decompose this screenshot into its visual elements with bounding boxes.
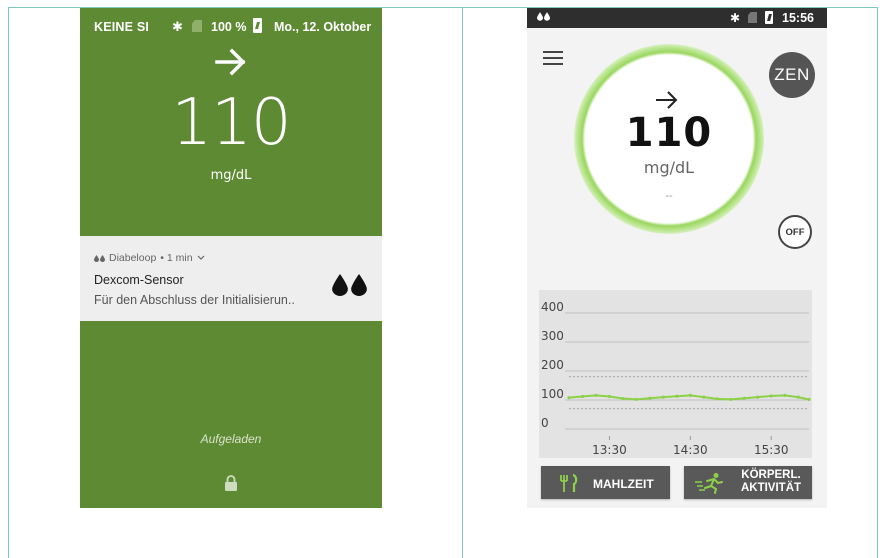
no-sim-icon [748,12,757,23]
glucose-point [688,393,692,397]
glucose-point [621,396,625,401]
glucose-point [783,393,787,397]
app-status-bar: ✱ 15:56 [527,8,827,28]
glucose-point [807,397,811,402]
notification-body: Für den Abschluss der Initialisierun.. [94,293,295,307]
notification-app-name: Diabeloop [109,252,157,264]
glucose-chart-svg: 400 300 200 100 0 13:30 14:30 15:30 [541,300,811,457]
hamburger-menu-icon[interactable] [543,51,563,65]
running-person-icon [695,473,723,494]
glucose-point [661,395,665,399]
meal-button[interactable]: MAHLZEIT [541,466,670,499]
glucose-chart: 400 300 200 100 0 13:30 14:30 15:30 [539,290,812,458]
physical-activity-button[interactable]: KÖRPERL. AKTIVITÄT [684,466,812,499]
notification-title: Dexcom-Sensor [94,273,184,287]
carrier-label: KEINE SI [94,20,150,34]
app-screen: ✱ 15:56 110 mg/dL -- ZEN OFF 400 300 200 10… [527,8,827,508]
x-tick-label: 13:30 [592,443,627,457]
glucose-value: 110 [171,86,291,160]
charging-status: Aufgeladen [200,432,262,446]
glucose-delta: -- [665,190,673,202]
drops-icon [94,254,105,262]
drops-icon [537,12,550,21]
frame-divider [462,7,463,558]
activity-button-label: KÖRPERL. AKTIVITÄT [732,469,810,495]
notification-card[interactable]: Diabeloop • 1 min Dexcom-Sensor Für den … [80,236,382,321]
notification-time: • 1 min [160,252,193,264]
glucose-unit: mg/dL [210,168,252,183]
no-sim-icon [192,20,202,32]
notification-header: Diabeloop • 1 min [94,252,205,264]
activity-label-line1: KÖRPERL. [741,469,801,481]
glucose-point [769,394,773,398]
lock-icon[interactable] [224,475,238,491]
drops-large-icon [332,274,367,296]
glucose-point [634,397,639,402]
chevron-down-icon[interactable] [197,255,205,261]
x-tick-label: 15:30 [754,443,789,457]
fork-knife-icon [560,473,578,492]
y-tick-label: 300 [541,329,564,343]
lock-screen: KEINE SI ✱ 100 % Mo., 12. Oktober 110 mg… [80,8,382,508]
y-tick-label: 100 [541,387,564,401]
glucose-gauge: 110 mg/dL -- [574,44,764,234]
battery-charging-icon [253,18,262,33]
zen-button[interactable]: ZEN [769,52,815,98]
glucose-point [675,394,679,398]
y-tick-label: 200 [541,358,564,372]
glucose-point [594,393,598,397]
bluetooth-icon: ✱ [730,11,741,25]
off-button[interactable]: OFF [778,215,812,249]
battery-percent: 100 % [211,20,247,34]
status-date: Mo., 12. Oktober [274,20,372,34]
arrow-right-icon [656,91,678,109]
lock-status-bar: KEINE SI ✱ 100 % Mo., 12. Oktober [80,8,382,44]
glucose-point [742,396,746,400]
y-tick-label: 0 [541,416,549,430]
battery-charging-icon [765,11,773,24]
status-time: 15:56 [782,11,814,25]
glucose-point [756,395,760,399]
glucose-point [729,397,733,402]
glucose-value: 110 [625,110,713,156]
activity-label-line2: AKTIVITÄT [740,482,802,494]
glucose-point [567,396,571,400]
glucose-point [702,395,706,399]
arrow-right-icon [215,48,246,76]
meal-button-label: MAHLZEIT [593,477,654,491]
glucose-point [715,397,719,401]
glucose-point [796,395,800,399]
y-tick-label: 400 [541,300,564,314]
bluetooth-icon: ✱ [172,19,183,34]
glucose-point [580,394,585,399]
glucose-point [607,394,612,399]
glucose-point [648,396,652,400]
x-tick-label: 14:30 [673,443,708,457]
glucose-unit: mg/dL [643,158,695,177]
